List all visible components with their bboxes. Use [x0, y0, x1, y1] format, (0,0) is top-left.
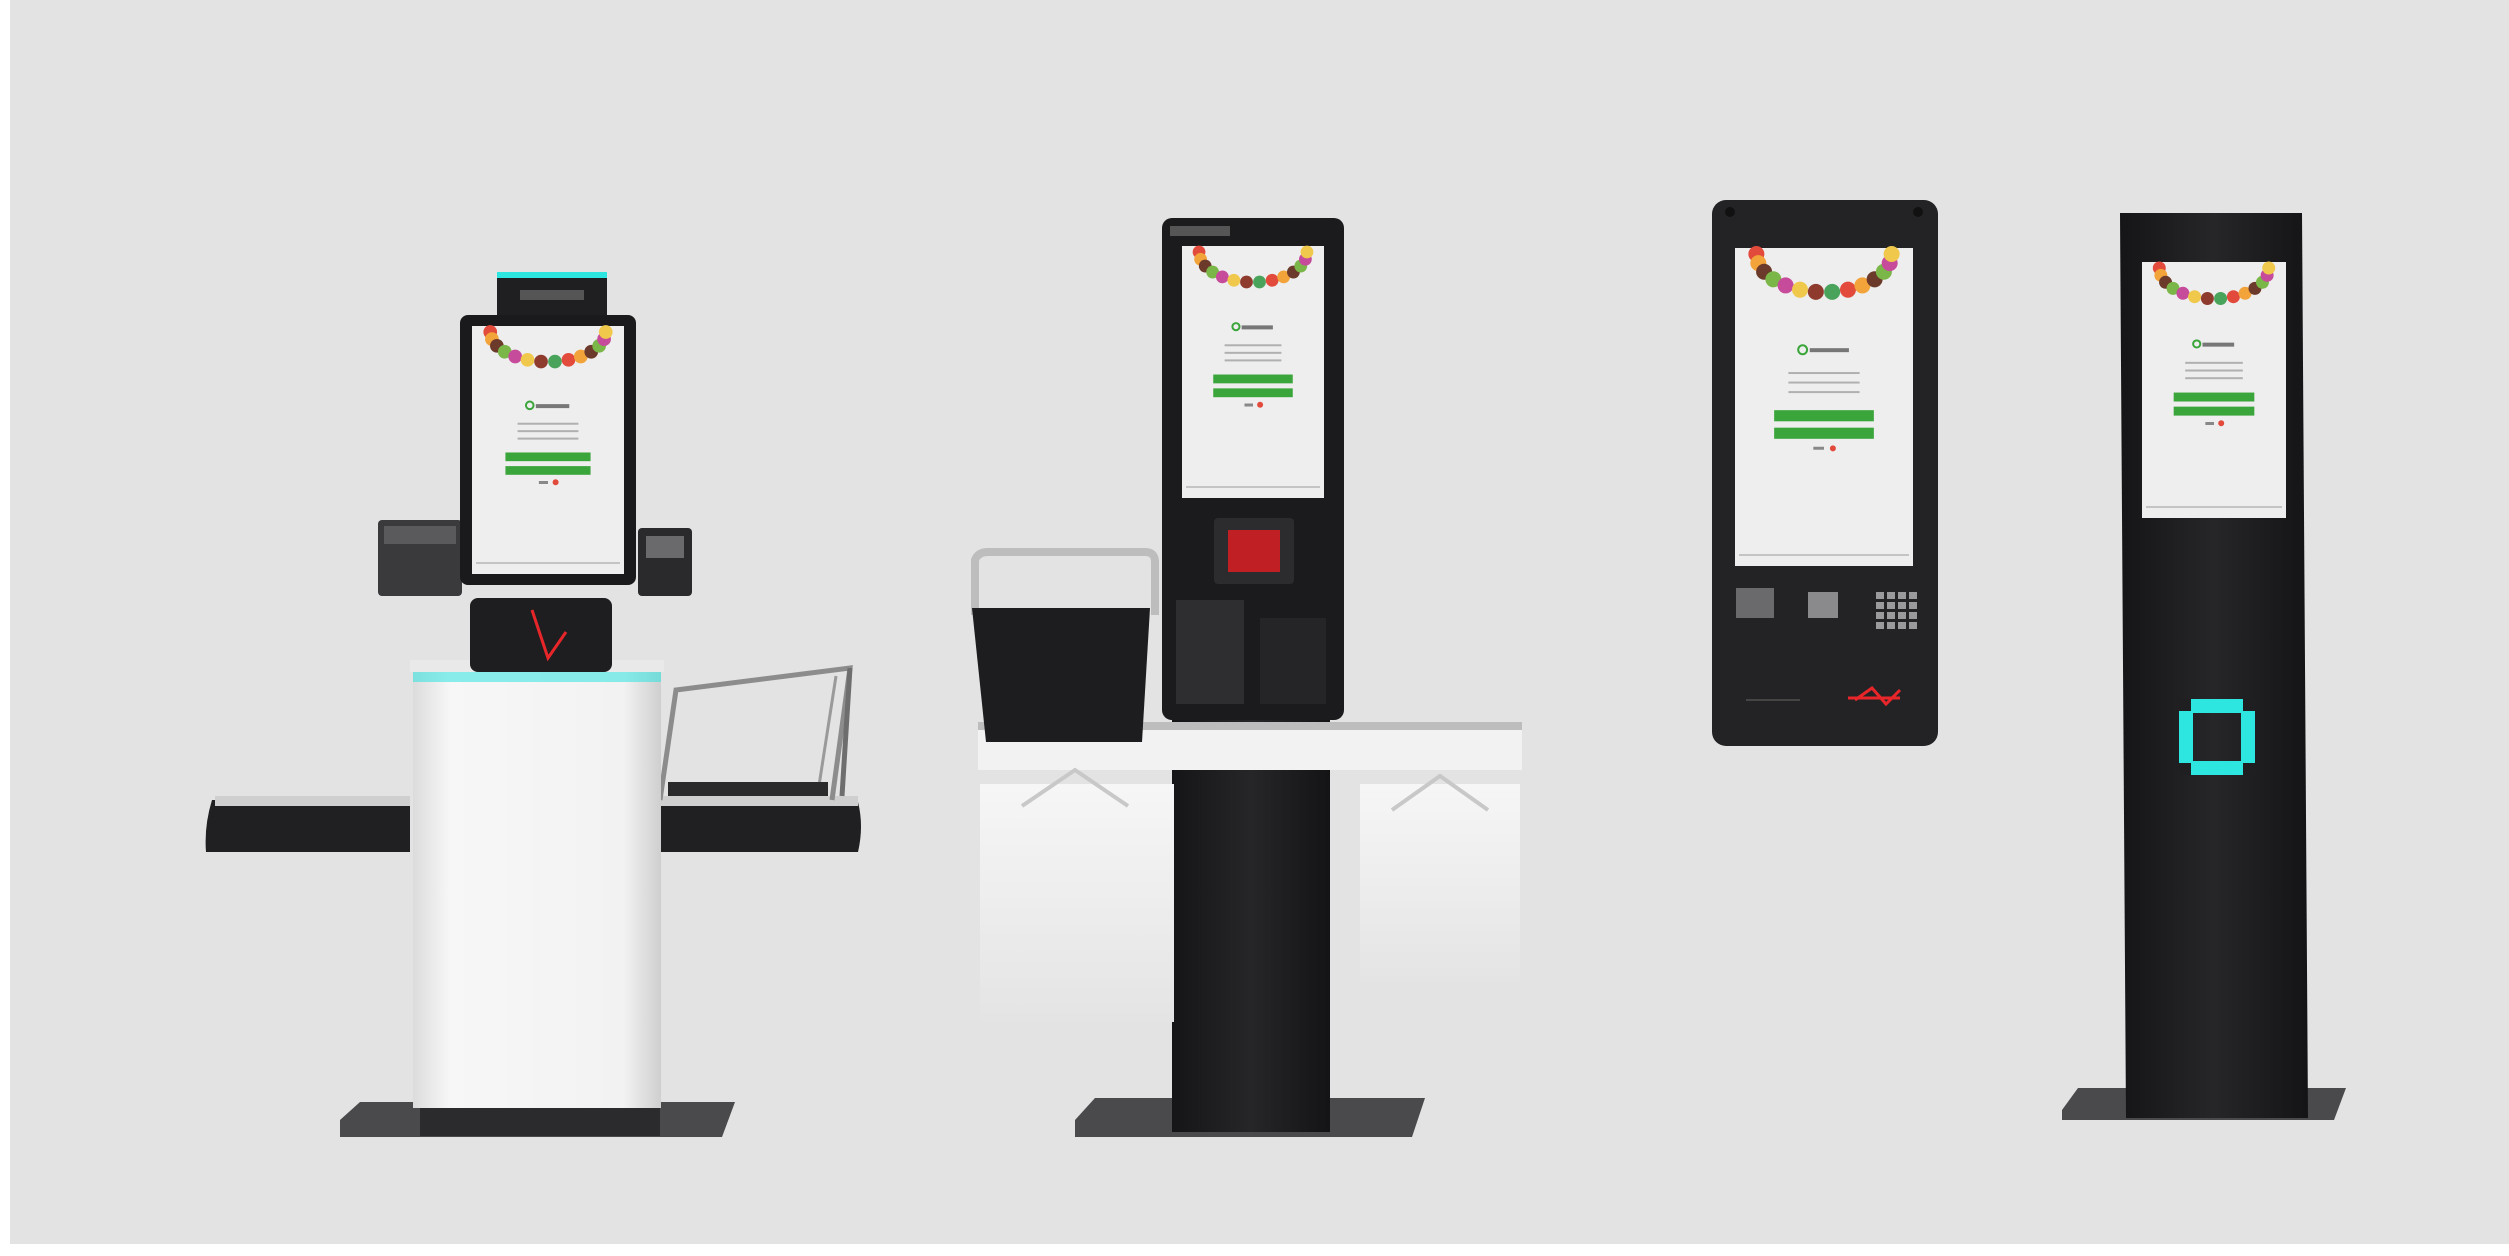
screen-product-illustration	[1227, 273, 1241, 287]
keypad-key	[1898, 612, 1906, 619]
screen-product-illustration	[1807, 283, 1824, 300]
screen-start-button	[1774, 410, 1874, 422]
kiosk-1-left-shelf	[205, 800, 410, 852]
screen-footer-bar	[2146, 506, 2282, 508]
screen-text-line	[1788, 381, 1860, 384]
screen-product-illustration	[2214, 292, 2228, 305]
scene-canvas	[10, 0, 2509, 1244]
screen-product-illustration	[534, 354, 548, 369]
keypad-key	[1909, 612, 1917, 619]
keypad-key	[1887, 622, 1895, 629]
screen-footer-bar	[476, 562, 620, 564]
screen-text-line	[1788, 391, 1860, 394]
screen-second-button	[2173, 406, 2255, 416]
kiosk-3-wall	[1712, 200, 1938, 746]
screen-flag-icon	[2218, 420, 2225, 427]
screen-language-label	[538, 481, 548, 484]
screen-product-illustration	[1240, 275, 1253, 289]
screen-text-line	[517, 430, 579, 433]
screen-product-illustration	[1300, 245, 1314, 259]
screen-start-button	[1213, 374, 1293, 384]
screen-text-line	[1788, 372, 1860, 375]
keypad-key	[1898, 602, 1906, 609]
screen-flag-icon	[1257, 401, 1264, 408]
screen-text-line	[2185, 361, 2243, 364]
screen-text-line	[1224, 351, 1282, 354]
screen-flag-icon	[1829, 445, 1836, 452]
keypad-key	[1876, 612, 1884, 619]
screen-footer-bar	[1186, 486, 1320, 488]
screen-second-button	[1213, 388, 1293, 398]
screen-logo-text	[1241, 325, 1273, 330]
screen-text-line	[2185, 369, 2243, 372]
screen-second-button	[505, 466, 591, 475]
screen-product-illustration	[520, 352, 535, 367]
keypad-key	[1909, 592, 1917, 599]
screen-language-label	[1244, 403, 1253, 407]
screen-product-illustration	[1883, 245, 1900, 263]
screen-product-illustration	[508, 349, 523, 364]
screen-logo-text	[1809, 348, 1849, 353]
keypad-key	[1898, 592, 1906, 599]
screen-language-label	[1813, 446, 1824, 450]
kiosk-4-screen	[2142, 262, 2286, 518]
keypad-key	[1898, 622, 1906, 629]
screen-logo-text	[535, 404, 570, 409]
keypad-key	[1887, 602, 1895, 609]
screen-product-illustration	[2188, 290, 2202, 304]
keypad-key	[1909, 622, 1917, 629]
screen-product-illustration	[2176, 286, 2190, 300]
screen-text-line	[1224, 344, 1282, 347]
kiosk-2-right-bag	[1360, 784, 1520, 982]
kiosk-2-card-slot	[1260, 618, 1326, 704]
screen-product-illustration	[2200, 292, 2214, 305]
kiosk-3-screen	[1735, 248, 1913, 566]
screen-logo-text	[2202, 342, 2235, 347]
screen-product-illustration	[548, 354, 562, 369]
kiosk-1-right-shelf	[632, 802, 861, 852]
kiosk-3-nfc	[1808, 592, 1838, 618]
keypad-key	[1876, 602, 1884, 609]
screen-start-button	[2173, 392, 2255, 402]
kiosk-3-card-reader	[1736, 588, 1774, 618]
screen-second-button	[1774, 427, 1874, 439]
kiosk-2-screen	[1182, 246, 1324, 498]
kiosk-product-photo	[0, 0, 2509, 1256]
screen-product-illustration	[1824, 283, 1841, 300]
kiosk-2-printer	[1176, 600, 1244, 704]
keypad-key	[1909, 602, 1917, 609]
kiosk-2-left-bag	[980, 784, 1174, 1022]
screen-language-label	[2205, 422, 2214, 425]
screen-product-illustration	[598, 325, 613, 339]
screen-text-line	[517, 437, 579, 440]
screen-text-line	[1224, 359, 1282, 362]
screen-footer-bar	[1739, 554, 1909, 556]
screen-product-illustration	[561, 352, 576, 367]
screen-product-illustration	[1253, 275, 1266, 289]
screen-product-illustration	[1265, 273, 1279, 287]
screen-product-illustration	[1792, 281, 1809, 298]
screen-product-illustration	[1839, 281, 1856, 298]
screen-start-button	[505, 452, 591, 462]
keypad-key	[1887, 612, 1895, 619]
screen-text-line	[2185, 377, 2243, 380]
screen-product-illustration	[2226, 290, 2240, 304]
keypad-key	[1887, 592, 1895, 599]
keypad-key	[1876, 592, 1884, 599]
screen-product-illustration	[2262, 261, 2276, 275]
kiosk-1-body	[413, 668, 661, 1108]
screen-product-illustration	[1215, 270, 1229, 284]
screen-flag-icon	[552, 479, 559, 486]
screen-product-illustration	[1777, 277, 1794, 294]
kiosk-1-screen	[472, 326, 624, 574]
screen-text-line	[517, 422, 579, 425]
keypad-key	[1876, 622, 1884, 629]
